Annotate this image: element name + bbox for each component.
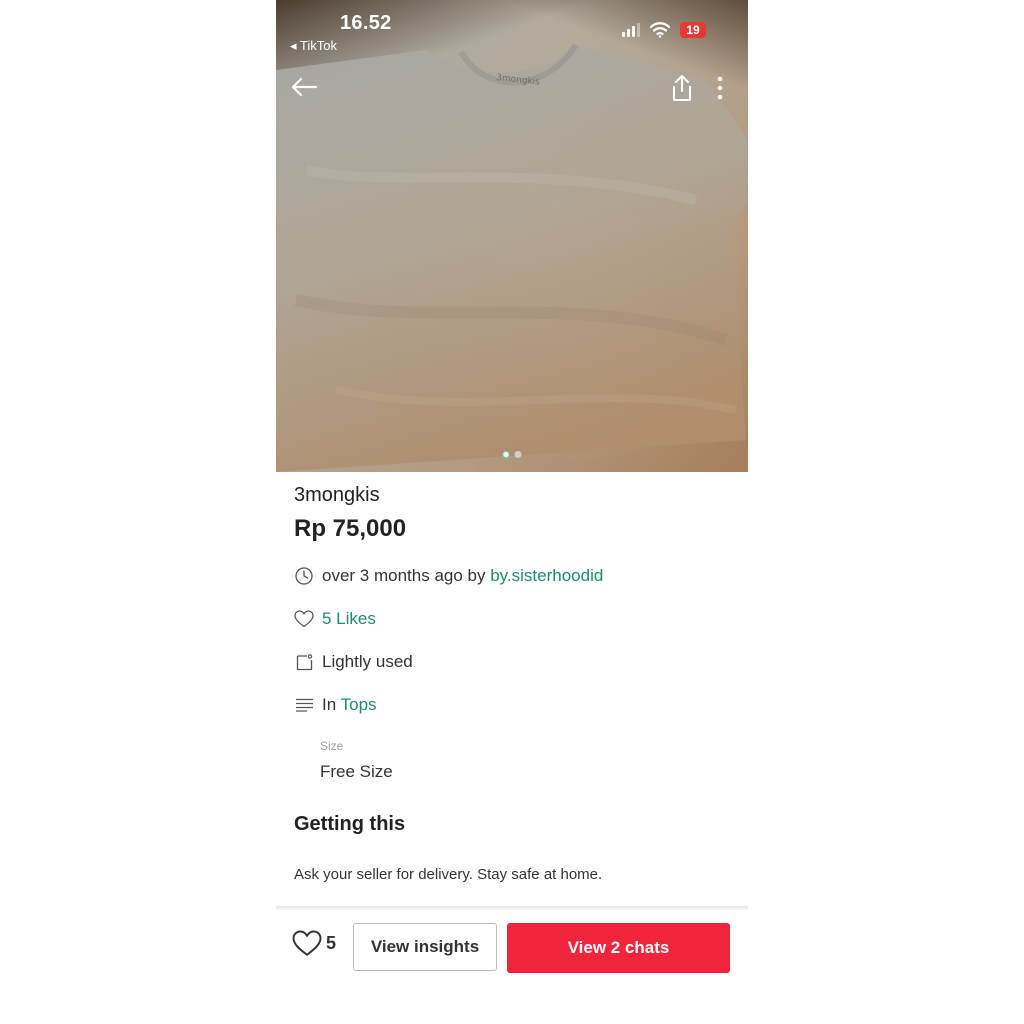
photo-pagination[interactable]	[502, 451, 522, 458]
delivery-note: Ask your seller for delivery. Stay safe …	[294, 866, 603, 883]
view-insights-button[interactable]: View insights	[353, 923, 497, 971]
bottom-action-bar: 5 View insights View 2 chats	[276, 910, 748, 1024]
size-value: Free Size	[320, 762, 393, 781]
clock-icon	[294, 567, 314, 585]
more-options-icon[interactable]	[716, 76, 724, 100]
pagination-dot-active[interactable]	[502, 451, 510, 458]
condition-row: Lightly used	[294, 652, 413, 672]
status-indicators: 19	[622, 22, 706, 38]
like-count: 5	[326, 933, 337, 953]
likes-count-link[interactable]: 5 Likes	[322, 609, 376, 629]
back-arrow-icon[interactable]	[290, 76, 318, 98]
category-row: In Tops	[294, 695, 377, 715]
category-link[interactable]: Tops	[341, 695, 377, 714]
pagination-dot[interactable]	[514, 451, 522, 458]
listing-screen: 3mongkis 16.52 ◂ TikTok 19 3mongkis Rp 7…	[276, 0, 748, 1024]
size-label: Size	[320, 739, 344, 753]
share-icon[interactable]	[670, 74, 694, 102]
list-icon	[294, 698, 314, 712]
battery-indicator: 19	[680, 22, 706, 38]
posted-time: over 3 months ago by	[322, 566, 486, 585]
likes-row[interactable]: 5 Likes	[294, 609, 376, 629]
heart-outline-icon	[294, 610, 314, 628]
wifi-icon	[650, 22, 670, 38]
like-button[interactable]: 5	[292, 930, 336, 957]
heart-icon	[292, 930, 322, 956]
condition-tag-icon	[294, 653, 314, 671]
posted-row: over 3 months ago by by.sisterhoodid	[294, 566, 603, 586]
tshirt-image: 3mongkis	[276, 43, 748, 472]
seller-link[interactable]: by.sisterhoodid	[490, 566, 603, 585]
status-time: 16.52	[340, 12, 392, 34]
cellular-signal-icon	[622, 23, 640, 37]
listing-price: Rp 75,000	[294, 515, 407, 542]
category-prefix: In	[322, 695, 337, 714]
back-to-app-link[interactable]: ◂ TikTok	[290, 38, 337, 54]
listing-title: 3mongkis	[294, 484, 380, 506]
getting-this-heading: Getting this	[294, 813, 406, 835]
view-chats-button[interactable]: View 2 chats	[507, 923, 730, 973]
condition-value: Lightly used	[322, 652, 413, 671]
product-photo[interactable]: 3mongkis 16.52 ◂ TikTok 19	[276, 0, 748, 472]
listing-details: 3mongkis Rp 75,000 over 3 months ago by …	[294, 484, 730, 883]
